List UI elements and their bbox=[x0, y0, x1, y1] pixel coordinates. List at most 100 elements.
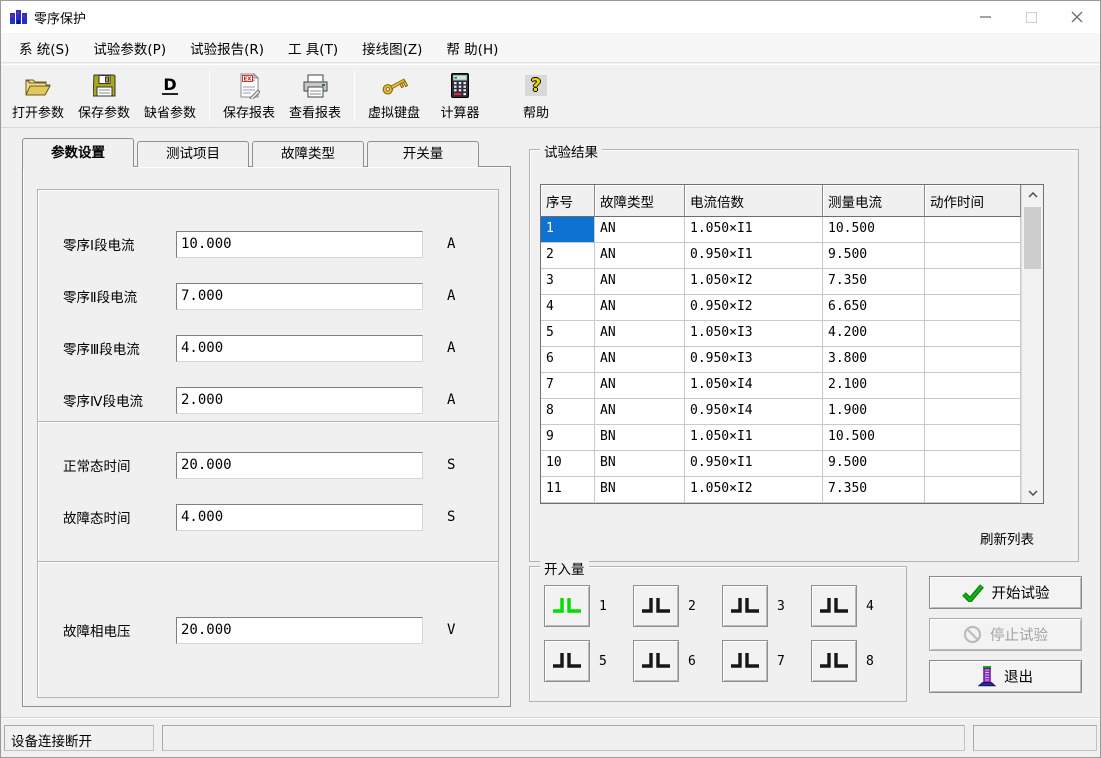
cell-measured[interactable]: 9.500 bbox=[823, 451, 925, 477]
exit-button[interactable]: 退出 bbox=[929, 660, 1082, 693]
cell-multiple[interactable]: 1.050×I2 bbox=[685, 269, 823, 295]
param-input[interactable] bbox=[176, 283, 423, 310]
cell-fault[interactable]: AN bbox=[595, 347, 685, 373]
cell-measured[interactable]: 1.900 bbox=[823, 399, 925, 425]
switch-button[interactable] bbox=[811, 640, 857, 682]
table-row[interactable]: 6 AN 0.950×I3 3.800 bbox=[541, 347, 1021, 373]
table-row[interactable]: 7 AN 1.050×I4 2.100 bbox=[541, 373, 1021, 399]
cell-trip-time[interactable] bbox=[925, 425, 1021, 451]
cell-seq[interactable]: 4 bbox=[541, 295, 595, 321]
cell-seq[interactable]: 1 bbox=[541, 217, 595, 243]
tab-param-settings[interactable]: 参数设置 bbox=[22, 138, 134, 167]
cell-multiple[interactable]: 0.950×I3 bbox=[685, 347, 823, 373]
save-report-button[interactable]: EXL 保存报表 bbox=[216, 67, 282, 125]
cell-seq[interactable]: 10 bbox=[541, 451, 595, 477]
help-button[interactable]: ? 帮助 bbox=[503, 67, 569, 125]
view-report-button[interactable]: 查看报表 bbox=[282, 67, 348, 125]
cell-seq[interactable]: 11 bbox=[541, 477, 595, 503]
cell-measured[interactable]: 7.350 bbox=[823, 477, 925, 503]
calculator-button[interactable]: 计算器 bbox=[427, 67, 493, 125]
switch-button[interactable] bbox=[544, 585, 590, 627]
cell-fault[interactable]: AN bbox=[595, 217, 685, 243]
table-row[interactable]: 3 AN 1.050×I2 7.350 bbox=[541, 269, 1021, 295]
cell-seq[interactable]: 9 bbox=[541, 425, 595, 451]
switch-button[interactable] bbox=[811, 585, 857, 627]
cell-trip-time[interactable] bbox=[925, 269, 1021, 295]
cell-fault[interactable]: AN bbox=[595, 269, 685, 295]
cell-measured[interactable]: 6.650 bbox=[823, 295, 925, 321]
table-row[interactable]: 5 AN 1.050×I3 4.200 bbox=[541, 321, 1021, 347]
cell-seq[interactable]: 8 bbox=[541, 399, 595, 425]
close-button[interactable] bbox=[1054, 1, 1100, 33]
table-row[interactable]: 2 AN 0.950×I1 9.500 bbox=[541, 243, 1021, 269]
table-row[interactable]: 8 AN 0.950×I4 1.900 bbox=[541, 399, 1021, 425]
cell-fault[interactable]: AN bbox=[595, 321, 685, 347]
menu-item[interactable]: 帮 助(H) bbox=[434, 33, 510, 63]
tab-test-items[interactable]: 测试项目 bbox=[137, 141, 249, 167]
switch-button[interactable] bbox=[544, 640, 590, 682]
cell-fault[interactable]: AN bbox=[595, 243, 685, 269]
cell-seq[interactable]: 7 bbox=[541, 373, 595, 399]
menu-item[interactable]: 接线图(Z) bbox=[350, 33, 434, 63]
menu-item[interactable]: 系 统(S) bbox=[7, 33, 81, 63]
param-input[interactable] bbox=[176, 231, 423, 258]
param-input[interactable] bbox=[176, 617, 423, 644]
table-row[interactable]: 10 BN 0.950×I1 9.500 bbox=[541, 451, 1021, 477]
cell-measured[interactable]: 3.800 bbox=[823, 347, 925, 373]
table-row[interactable]: 9 BN 1.050×I1 10.500 bbox=[541, 425, 1021, 451]
column-header-multiple[interactable]: 电流倍数 bbox=[685, 185, 823, 217]
cell-trip-time[interactable] bbox=[925, 373, 1021, 399]
start-test-button[interactable]: 开始试验 bbox=[929, 576, 1082, 609]
cell-fault[interactable]: AN bbox=[595, 399, 685, 425]
cell-seq[interactable]: 5 bbox=[541, 321, 595, 347]
refresh-list-label[interactable]: 刷新列表 bbox=[980, 528, 1034, 548]
cell-trip-time[interactable] bbox=[925, 243, 1021, 269]
cell-fault[interactable]: BN bbox=[595, 451, 685, 477]
column-header-trip-time[interactable]: 动作时间 bbox=[925, 185, 1021, 217]
scrollbar-track[interactable] bbox=[1022, 271, 1043, 483]
tab-switch-values[interactable]: 开关量 bbox=[367, 141, 479, 167]
param-input[interactable] bbox=[176, 452, 423, 479]
scroll-up-button[interactable] bbox=[1022, 185, 1043, 205]
save-params-button[interactable]: 保存参数 bbox=[71, 67, 137, 125]
cell-multiple[interactable]: 0.950×I2 bbox=[685, 295, 823, 321]
cell-multiple[interactable]: 1.050×I1 bbox=[685, 425, 823, 451]
maximize-button[interactable] bbox=[1008, 1, 1054, 33]
column-header-measured[interactable]: 测量电流 bbox=[823, 185, 925, 217]
param-input[interactable] bbox=[176, 387, 423, 414]
vertical-scrollbar[interactable] bbox=[1021, 185, 1043, 503]
minimize-button[interactable] bbox=[962, 1, 1008, 33]
cell-measured[interactable]: 10.500 bbox=[823, 425, 925, 451]
cell-trip-time[interactable] bbox=[925, 217, 1021, 243]
cell-trip-time[interactable] bbox=[925, 295, 1021, 321]
cell-measured[interactable]: 2.100 bbox=[823, 373, 925, 399]
cell-fault[interactable]: BN bbox=[595, 477, 685, 503]
cell-multiple[interactable]: 1.050×I3 bbox=[685, 321, 823, 347]
scroll-down-button[interactable] bbox=[1022, 483, 1043, 503]
tab-fault-types[interactable]: 故障类型 bbox=[252, 141, 364, 167]
cell-trip-time[interactable] bbox=[925, 321, 1021, 347]
cell-multiple[interactable]: 1.050×I1 bbox=[685, 217, 823, 243]
cell-seq[interactable]: 6 bbox=[541, 347, 595, 373]
cell-multiple[interactable]: 0.950×I1 bbox=[685, 243, 823, 269]
scrollbar-thumb[interactable] bbox=[1024, 207, 1041, 269]
switch-button[interactable] bbox=[633, 640, 679, 682]
cell-measured[interactable]: 4.200 bbox=[823, 321, 925, 347]
menu-item[interactable]: 工 具(T) bbox=[276, 33, 350, 63]
param-input[interactable] bbox=[176, 504, 423, 531]
virtual-keyboard-button[interactable]: 虚拟键盘 bbox=[361, 67, 427, 125]
cell-multiple[interactable]: 0.950×I1 bbox=[685, 451, 823, 477]
menu-item[interactable]: 试验参数(P) bbox=[81, 33, 178, 63]
cell-measured[interactable]: 9.500 bbox=[823, 243, 925, 269]
switch-button[interactable] bbox=[722, 585, 768, 627]
column-header-seq[interactable]: 序号 bbox=[541, 185, 595, 217]
cell-fault[interactable]: AN bbox=[595, 373, 685, 399]
cell-seq[interactable]: 3 bbox=[541, 269, 595, 295]
switch-button[interactable] bbox=[633, 585, 679, 627]
menu-item[interactable]: 试验报告(R) bbox=[178, 33, 276, 63]
cell-trip-time[interactable] bbox=[925, 347, 1021, 373]
cell-trip-time[interactable] bbox=[925, 451, 1021, 477]
table-row[interactable]: 11 BN 1.050×I2 7.350 bbox=[541, 477, 1021, 503]
table-row[interactable]: 1 AN 1.050×I1 10.500 bbox=[541, 217, 1021, 243]
cell-measured[interactable]: 7.350 bbox=[823, 269, 925, 295]
